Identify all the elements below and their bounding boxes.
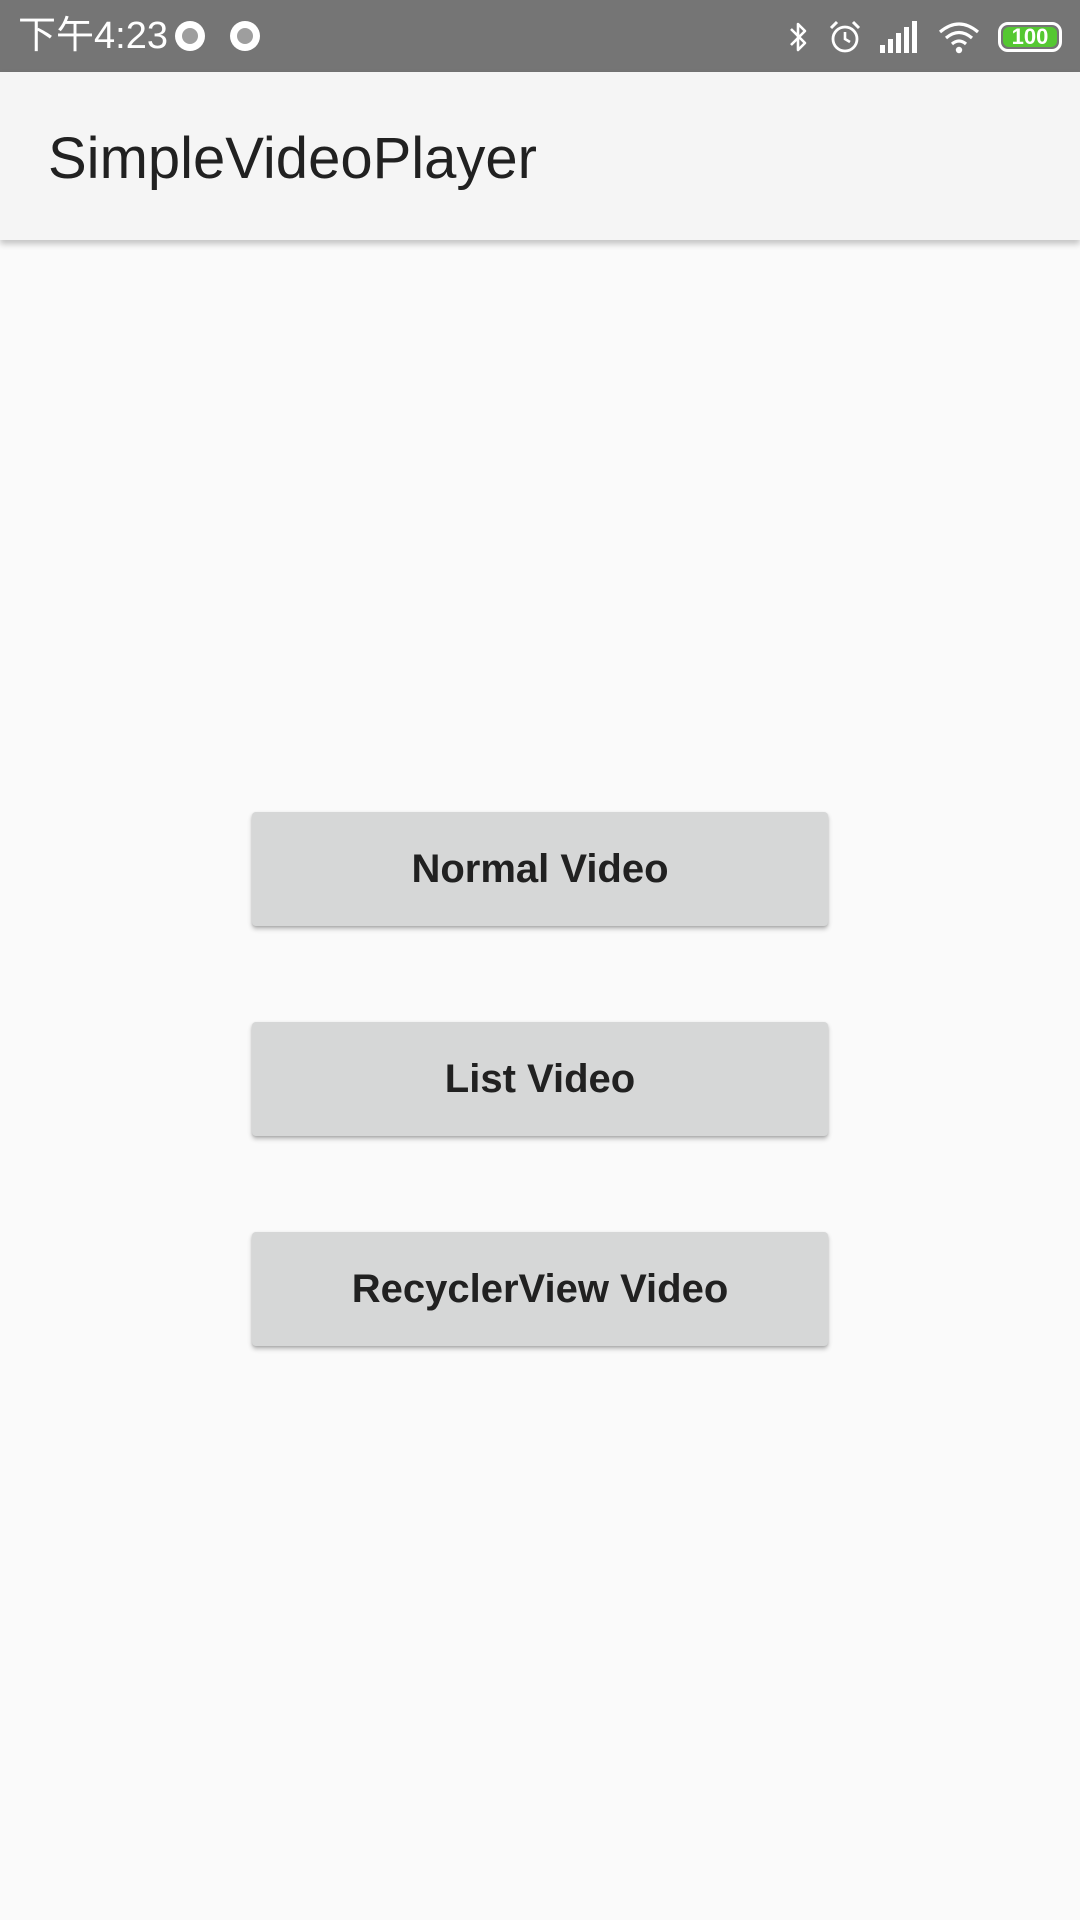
status-time: 下午4:23 (18, 15, 168, 57)
wifi-icon (938, 22, 980, 54)
alarm-icon (829, 20, 861, 53)
app-title: SimpleVideoPlayer (48, 126, 537, 191)
battery-icon: 100 (998, 22, 1062, 52)
record-icon (175, 21, 205, 51)
recyclerview-video-button[interactable]: RecyclerView Video (252, 1232, 828, 1346)
list-video-button[interactable]: List Video (252, 1022, 828, 1136)
status-bar: 下午4:23 100 (0, 0, 1080, 72)
normal-video-button[interactable]: Normal Video (252, 812, 828, 926)
app-bar: SimpleVideoPlayer (0, 72, 1080, 240)
record-icon (230, 21, 260, 51)
battery-level: 100 (1011, 24, 1049, 49)
bluetooth-icon (790, 22, 807, 52)
status-icons: 100 (786, 18, 1062, 56)
main-content: Normal Video List Video RecyclerView Vid… (0, 240, 1080, 1920)
signal-icon (880, 21, 917, 53)
